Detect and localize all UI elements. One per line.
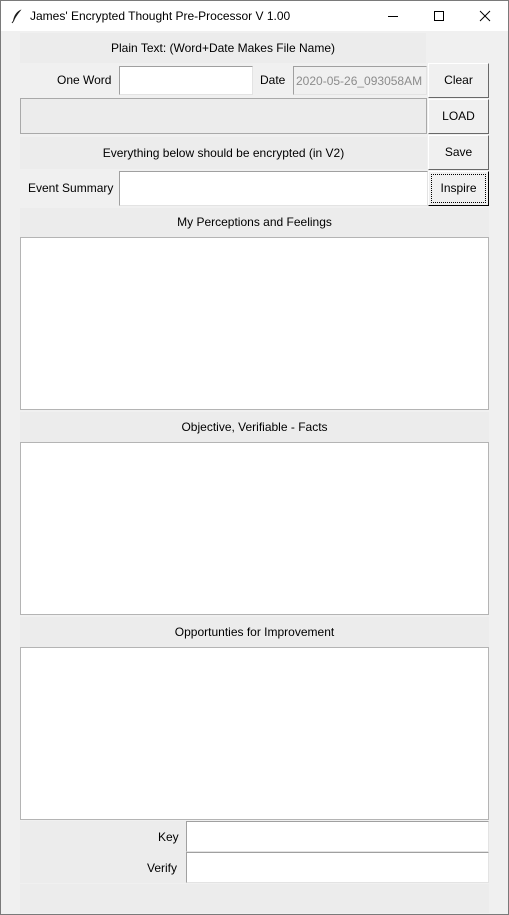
facts-label: Objective, Verifiable - Facts (20, 412, 489, 442)
improvement-label: Opportunties for Improvement (20, 617, 489, 647)
status-strip (20, 98, 427, 134)
one-word-label: One Word (57, 73, 112, 87)
load-button[interactable]: LOAD (428, 99, 489, 134)
inspire-button[interactable]: Inspire (428, 171, 489, 206)
date-label: Date (260, 73, 286, 87)
verify-label: Verify (147, 861, 178, 875)
perceptions-label: My Perceptions and Feelings (20, 208, 489, 237)
app-window: James' Encrypted Thought Pre-Processor V… (0, 0, 509, 915)
maximize-button[interactable] (416, 1, 462, 31)
facts-textarea[interactable] (20, 442, 489, 615)
close-icon (479, 10, 491, 22)
date-field (293, 66, 427, 95)
key-input[interactable] (186, 821, 489, 852)
save-button[interactable]: Save (428, 135, 489, 170)
minimize-icon (388, 16, 398, 17)
bottom-strip (20, 884, 489, 913)
feather-icon (11, 9, 22, 24)
clear-button[interactable]: Clear (428, 63, 489, 98)
maximize-icon (434, 11, 444, 21)
minimize-button[interactable] (370, 1, 416, 31)
title-bar[interactable]: James' Encrypted Thought Pre-Processor V… (1, 1, 508, 31)
perceptions-textarea[interactable] (20, 237, 489, 410)
verify-input[interactable] (186, 852, 489, 883)
key-label: Key (158, 830, 179, 844)
plain-text-header: Plain Text: (Word+Date Makes File Name) (20, 33, 426, 63)
close-button[interactable] (462, 1, 508, 31)
improvement-textarea[interactable] (20, 647, 489, 820)
event-summary-input[interactable] (119, 171, 428, 206)
encrypted-notice: Everything below should be encrypted (in… (20, 137, 427, 169)
one-word-input[interactable] (119, 66, 253, 95)
event-summary-label: Event Summary (28, 181, 114, 195)
window-title: James' Encrypted Thought Pre-Processor V… (30, 9, 291, 23)
